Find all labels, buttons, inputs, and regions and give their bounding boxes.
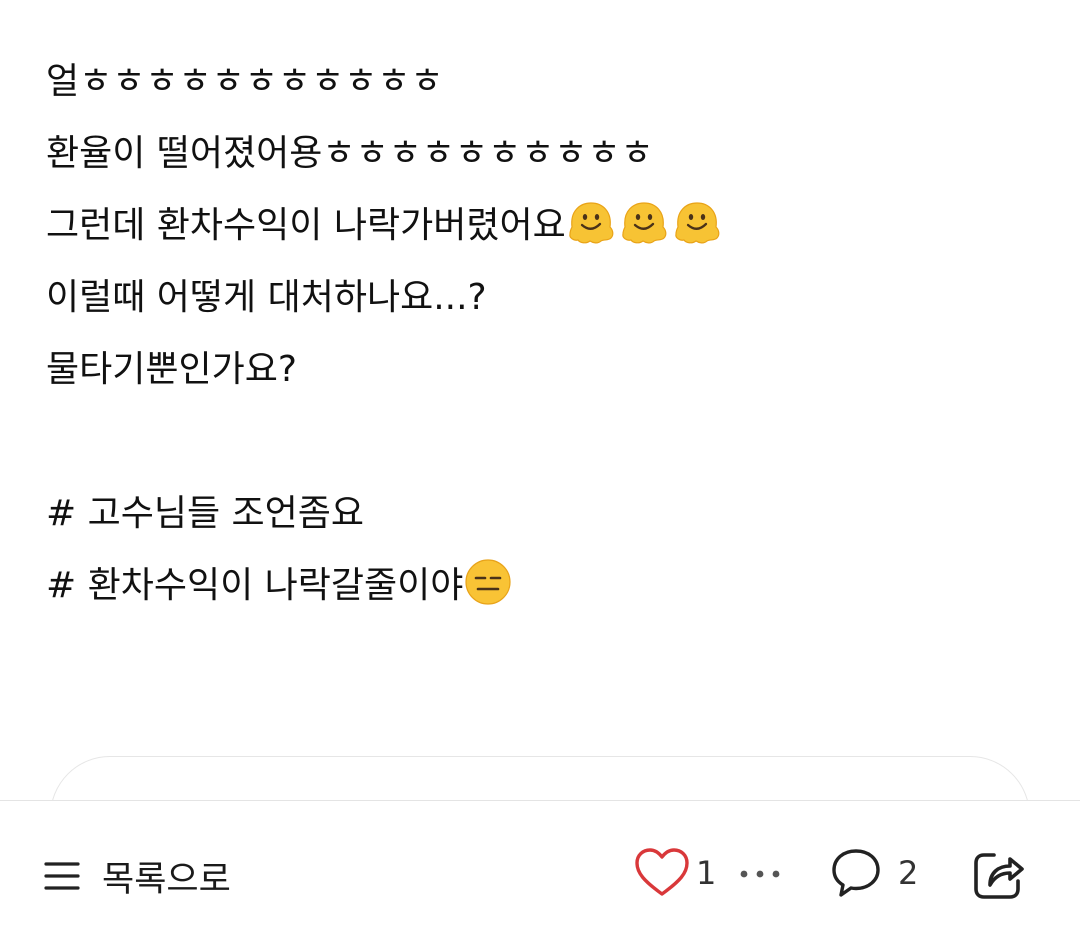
melting-face-icon	[568, 202, 614, 244]
melting-face-icon	[621, 202, 667, 244]
heart-icon	[635, 848, 689, 896]
post-line-4: 이럴때 어떻게 대처하나요...?	[46, 277, 487, 318]
expressionless-face-icon	[465, 559, 511, 605]
post-body: 얼ㅎㅎㅎㅎㅎㅎㅎㅎㅎㅎㅎ 환율이 떨어졌어용ㅎㅎㅎㅎㅎㅎㅎㅎㅎㅎ 그런데 환차수…	[46, 46, 1036, 622]
share-icon[interactable]	[970, 847, 1026, 903]
post-line-3-text: 그런데 환차수익이 나락가버렸어요	[46, 205, 566, 246]
more-options-icon[interactable]	[738, 859, 782, 889]
hashtag-2[interactable]: # 환차수익이 나락갈줄이야	[46, 550, 1036, 622]
comment-count: 2	[898, 854, 919, 892]
comment-bubble-icon	[832, 849, 880, 897]
post-line-3: 그런데 환차수익이 나락가버렸어요	[46, 190, 1036, 262]
back-to-list-label: 목록으로	[102, 859, 231, 900]
post-line-5: 물타기뿐인가요?	[46, 349, 297, 390]
bottom-action-bar: 목록으로 1 2	[0, 800, 1080, 949]
melting-face-icon	[674, 202, 720, 244]
like-button[interactable]: 1	[634, 847, 716, 899]
hashtag-2-text: # 환차수익이 나락갈줄이야	[46, 565, 464, 606]
back-to-list-button[interactable]: 목록으로	[44, 851, 231, 901]
post-line-1: 얼ㅎㅎㅎㅎㅎㅎㅎㅎㅎㅎㅎ	[46, 61, 444, 102]
like-count: 1	[696, 854, 717, 892]
hashtag-1[interactable]: # 고수님들 조언좀요	[46, 478, 1036, 550]
post-line-2: 환율이 떨어졌어용ㅎㅎㅎㅎㅎㅎㅎㅎㅎㅎ	[46, 133, 654, 174]
menu-list-icon	[44, 862, 80, 890]
comment-button[interactable]: 2	[830, 847, 918, 899]
